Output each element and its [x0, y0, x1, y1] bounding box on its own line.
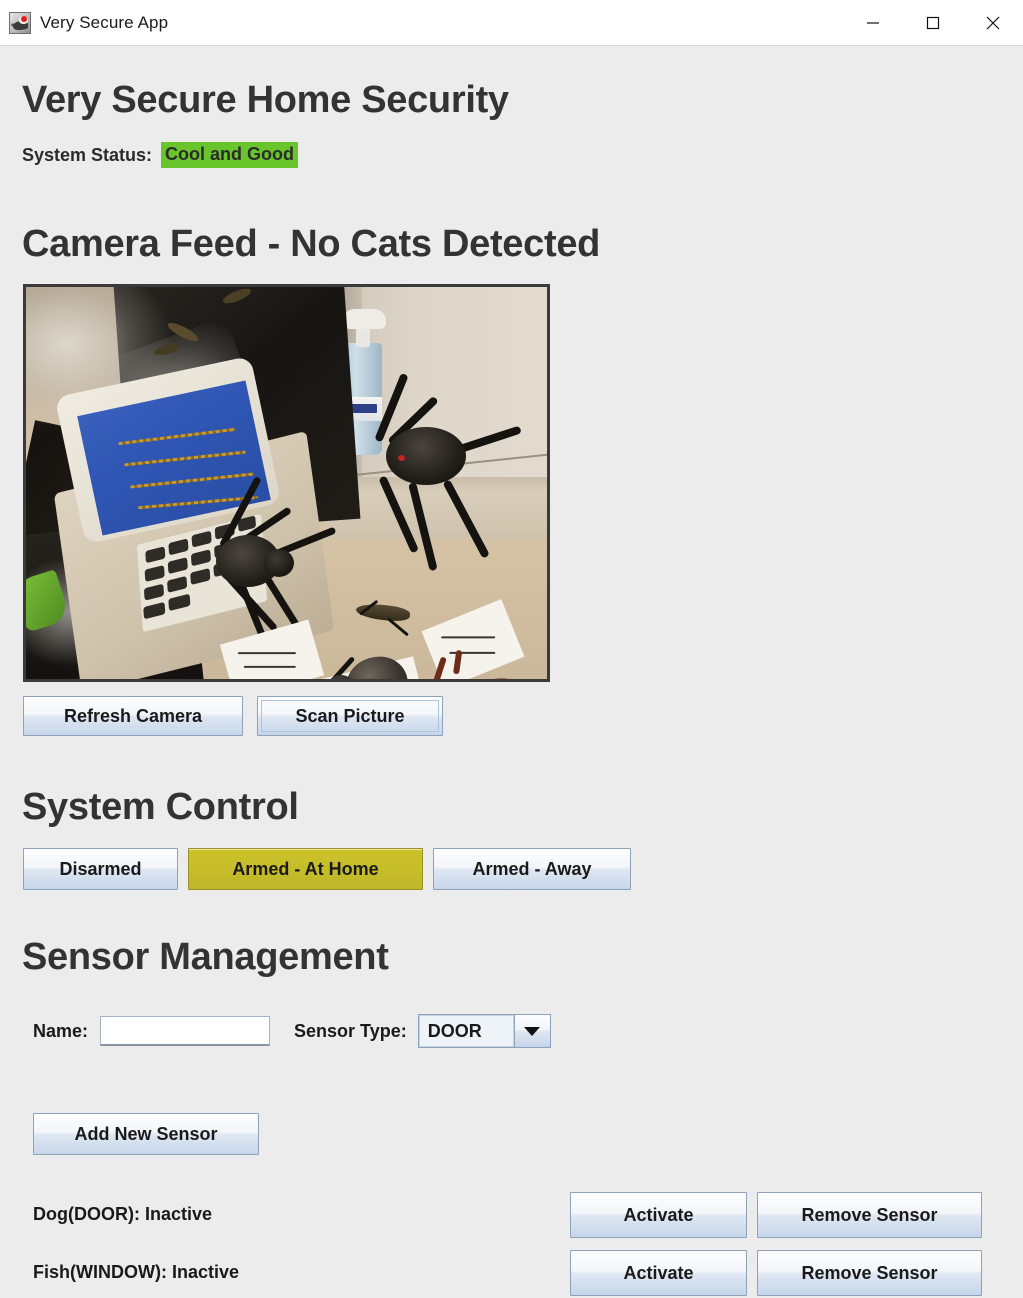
- refresh-camera-button[interactable]: Refresh Camera: [23, 696, 243, 736]
- camera-feed-heading: Camera Feed - No Cats Detected: [22, 223, 601, 265]
- system-status-label: System Status:: [22, 144, 153, 165]
- activate-sensor-button[interactable]: Activate: [570, 1250, 747, 1296]
- window-title: Very Secure App: [40, 12, 169, 32]
- scan-picture-button[interactable]: Scan Picture: [257, 696, 443, 736]
- sensor-name-input[interactable]: [100, 1016, 271, 1046]
- sensor-management-heading: Sensor Management: [22, 936, 389, 978]
- arm-state-button-armed-away[interactable]: Armed - Away: [433, 848, 631, 890]
- sensor-type-select[interactable]: DOOR: [417, 1014, 551, 1048]
- name-label: Name:: [33, 1020, 89, 1041]
- add-new-sensor-label: Add New Sensor: [74, 1123, 218, 1144]
- window-controls: [843, 0, 1023, 46]
- java-duke-icon: [9, 11, 31, 34]
- arm-state-label-armed-away: Armed - Away: [472, 858, 592, 879]
- page-title: Very Secure Home Security: [22, 79, 509, 121]
- arm-state-button-armed-at-home[interactable]: Armed - At Home: [188, 848, 423, 890]
- system-control-heading: System Control: [22, 786, 299, 828]
- remove-sensor-button[interactable]: Remove Sensor: [757, 1250, 982, 1296]
- remove-sensor-label: Remove Sensor: [801, 1262, 938, 1283]
- maximize-icon[interactable]: [903, 0, 963, 46]
- camera-photo-canvas: [26, 287, 547, 679]
- chevron-down-icon[interactable]: [513, 1015, 550, 1047]
- window-titlebar: Very Secure App: [0, 0, 1023, 46]
- activate-sensor-label: Activate: [623, 1204, 694, 1225]
- sensor-description: Dog(DOOR): Inactive: [33, 1204, 213, 1224]
- remove-sensor-button[interactable]: Remove Sensor: [757, 1192, 982, 1238]
- camera-feed-image: [23, 284, 550, 682]
- remove-sensor-label: Remove Sensor: [801, 1204, 938, 1225]
- system-status-row: System Status: Cool and Good: [22, 142, 299, 168]
- activate-sensor-label: Activate: [623, 1262, 694, 1283]
- arm-state-button-disarmed[interactable]: Disarmed: [23, 848, 178, 890]
- minimize-icon[interactable]: [843, 0, 903, 46]
- sensor-description: Fish(WINDOW): Inactive: [33, 1262, 239, 1282]
- activate-sensor-button[interactable]: Activate: [570, 1192, 747, 1238]
- arm-state-label-disarmed: Disarmed: [59, 858, 142, 879]
- sensor-list-item: Fish(WINDOW): Inactive Activate Remove S…: [0, 1250, 1023, 1298]
- app-content: Very Secure Home Security System Status:…: [0, 46, 1023, 1296]
- arm-state-label-armed-at-home: Armed - At Home: [232, 858, 379, 879]
- status-badge: Cool and Good: [161, 142, 299, 168]
- add-new-sensor-button[interactable]: Add New Sensor: [33, 1113, 259, 1155]
- add-sensor-form: Name: Sensor Type: DOOR: [33, 1014, 551, 1048]
- sensor-type-selected-value: DOOR: [418, 1015, 514, 1047]
- refresh-camera-label: Refresh Camera: [63, 705, 203, 726]
- sensor-type-label: Sensor Type:: [294, 1020, 407, 1041]
- sensor-list-item: Dog(DOOR): Inactive Activate Remove Sens…: [0, 1192, 1023, 1240]
- close-icon[interactable]: [963, 0, 1023, 46]
- scan-picture-label: Scan Picture: [295, 705, 405, 726]
